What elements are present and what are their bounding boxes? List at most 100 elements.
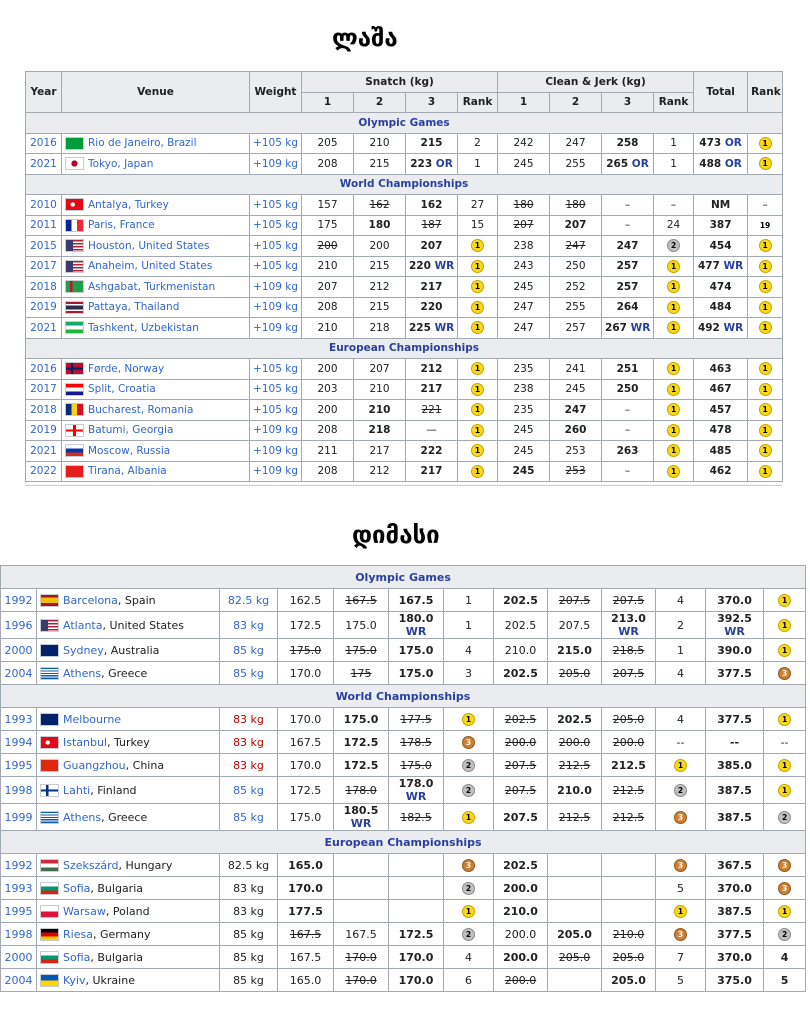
venue-link[interactable]: Tashkent, Uzbekistan <box>88 322 199 334</box>
year-link[interactable]: 1992 <box>0 853 37 877</box>
venue-link[interactable]: Anaheim, United States <box>88 260 212 272</box>
section-title[interactable]: Olympic Games <box>24 112 784 134</box>
weight-class[interactable]: 85 kg <box>219 776 278 804</box>
weight-class-link[interactable]: +109 kg <box>249 419 302 441</box>
record-label[interactable]: WR <box>709 625 760 638</box>
record-label[interactable]: OR <box>432 158 453 170</box>
record-label[interactable]: WR <box>605 625 652 638</box>
year-link[interactable]: 2011 <box>25 214 62 236</box>
year-link[interactable]: 1993 <box>0 707 37 731</box>
section-title[interactable]: European Championships <box>0 830 807 854</box>
section-title[interactable]: European Championships <box>24 337 784 359</box>
venue-city-link[interactable]: Melbourne <box>63 713 121 726</box>
venue-link[interactable]: Rio de Janeiro, Brazil <box>88 137 197 149</box>
weight-class[interactable]: 83 kg <box>219 730 278 754</box>
weight-class[interactable]: 83 kg <box>219 707 278 731</box>
year-link[interactable]: 2016 <box>25 132 62 154</box>
year-link[interactable]: 2018 <box>25 276 62 298</box>
venue-city-link[interactable]: Sofia <box>63 951 90 964</box>
venue-city-link[interactable]: Athens <box>63 811 101 824</box>
year-link[interactable]: 1998 <box>0 776 37 804</box>
venue-link[interactable]: Antalya, Turkey <box>88 199 169 211</box>
weight-class-link[interactable]: +109 kg <box>249 440 302 462</box>
weight-class-link[interactable]: +105 kg <box>249 235 302 257</box>
venue-city-link[interactable]: Istanbul <box>63 736 107 749</box>
record-label[interactable]: WR <box>627 322 651 334</box>
weight-class-link[interactable]: +109 kg <box>249 317 302 339</box>
venue-link[interactable]: Bucharest, Romania <box>88 404 193 416</box>
venue-link[interactable]: Pattaya, Thailand <box>88 301 179 313</box>
weight-class[interactable]: 83 kg <box>219 611 278 639</box>
venue-city-link[interactable]: Sydney <box>63 644 104 657</box>
weight-class-link[interactable]: +105 kg <box>249 399 302 421</box>
venue-city-link[interactable]: Kyiv <box>63 974 86 987</box>
venue-link[interactable]: Tokyo, Japan <box>88 158 153 170</box>
weight-class[interactable]: 82.5 kg <box>219 588 278 612</box>
weight-class-link[interactable]: +105 kg <box>249 378 302 400</box>
venue-city-link[interactable]: Barcelona <box>63 594 118 607</box>
year-link[interactable]: 1996 <box>0 611 37 639</box>
year-link[interactable]: 2010 <box>25 194 62 216</box>
year-link[interactable]: 1995 <box>0 899 37 923</box>
venue-city-link[interactable]: Athens <box>63 667 101 680</box>
record-label[interactable]: WR <box>337 817 385 830</box>
year-link[interactable]: 2021 <box>25 153 62 175</box>
year-link[interactable]: 2018 <box>25 399 62 421</box>
year-link[interactable]: 2015 <box>25 235 62 257</box>
weight-class-link[interactable]: +105 kg <box>249 194 302 216</box>
section-title[interactable]: Olympic Games <box>0 565 807 589</box>
record-label[interactable]: WR <box>720 322 744 334</box>
venue-city-link[interactable]: Atlanta <box>63 619 102 632</box>
weight-class-link[interactable]: +105 kg <box>249 132 302 154</box>
year-link[interactable]: 1995 <box>0 753 37 777</box>
venue-city-link[interactable]: Warsaw <box>63 905 106 918</box>
year-link[interactable]: 1992 <box>0 588 37 612</box>
venue-link[interactable]: Førde, Norway <box>88 363 164 375</box>
year-link[interactable]: 1994 <box>0 730 37 754</box>
record-label[interactable]: WR <box>392 625 440 638</box>
year-link[interactable]: 2021 <box>25 317 62 339</box>
year-link[interactable]: 1998 <box>0 922 37 946</box>
year-link[interactable]: 2016 <box>25 358 62 380</box>
year-link[interactable]: 2000 <box>0 945 37 969</box>
year-link[interactable]: 1993 <box>0 876 37 900</box>
record-label[interactable]: OR <box>721 158 742 170</box>
weight-class[interactable]: 85 kg <box>219 638 278 662</box>
weight-class-link[interactable]: +105 kg <box>249 358 302 380</box>
weight-class-link[interactable]: +105 kg <box>249 214 302 236</box>
year-link[interactable]: 2021 <box>25 440 62 462</box>
weight-class[interactable]: 85 kg <box>219 803 278 831</box>
record-label[interactable]: WR <box>431 322 455 334</box>
record-label[interactable]: WR <box>720 260 744 272</box>
weight-class-link[interactable]: +109 kg <box>249 276 302 298</box>
venue-link[interactable]: Ashgabat, Turkmenistan <box>88 281 215 293</box>
year-link[interactable]: 2000 <box>0 638 37 662</box>
record-label[interactable]: OR <box>628 158 649 170</box>
venue-city-link[interactable]: Guangzhou <box>63 759 126 772</box>
venue-link[interactable]: Batumi, Georgia <box>88 424 173 436</box>
year-link[interactable]: 2019 <box>25 296 62 318</box>
record-label[interactable]: OR <box>721 137 742 149</box>
year-link[interactable]: 2019 <box>25 419 62 441</box>
year-link[interactable]: 2004 <box>0 968 37 992</box>
section-title[interactable]: World Championships <box>0 684 807 708</box>
year-link[interactable]: 1999 <box>0 803 37 831</box>
weight-class-link[interactable]: +109 kg <box>249 153 302 175</box>
weight-class[interactable]: 85 kg <box>219 661 278 685</box>
venue-city-link[interactable]: Lahti <box>63 784 90 797</box>
year-link[interactable]: 2022 <box>25 460 62 482</box>
record-label[interactable]: WR <box>392 790 440 803</box>
weight-class-link[interactable]: +109 kg <box>249 296 302 318</box>
year-link[interactable]: 2017 <box>25 378 62 400</box>
venue-city-link[interactable]: Sofia <box>63 882 90 895</box>
venue-city-link[interactable]: Szekszárd <box>63 859 118 872</box>
year-link[interactable]: 2017 <box>25 255 62 277</box>
record-label[interactable]: WR <box>431 260 455 272</box>
venue-link[interactable]: Paris, France <box>88 219 155 231</box>
venue-link[interactable]: Split, Croatia <box>88 383 156 395</box>
weight-class-link[interactable]: +109 kg <box>249 460 302 482</box>
section-title[interactable]: World Championships <box>24 173 784 195</box>
venue-link[interactable]: Moscow, Russia <box>88 445 170 457</box>
year-link[interactable]: 2004 <box>0 661 37 685</box>
venue-link[interactable]: Houston, United States <box>88 240 209 252</box>
